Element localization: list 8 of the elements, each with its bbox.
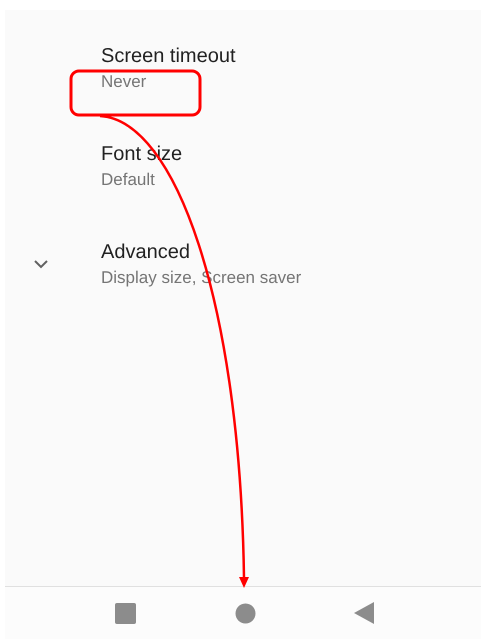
home-icon[interactable] <box>234 602 256 624</box>
setting-row[interactable]: Screen timeout Never <box>5 19 481 117</box>
setting-summary: Default <box>101 170 156 190</box>
back-icon[interactable] <box>354 602 374 624</box>
setting-title: Screen timeout <box>101 44 236 68</box>
setting-title: Advanced <box>101 240 191 264</box>
setting-summary: Never <box>101 72 148 92</box>
recents-icon[interactable] <box>115 602 136 624</box>
